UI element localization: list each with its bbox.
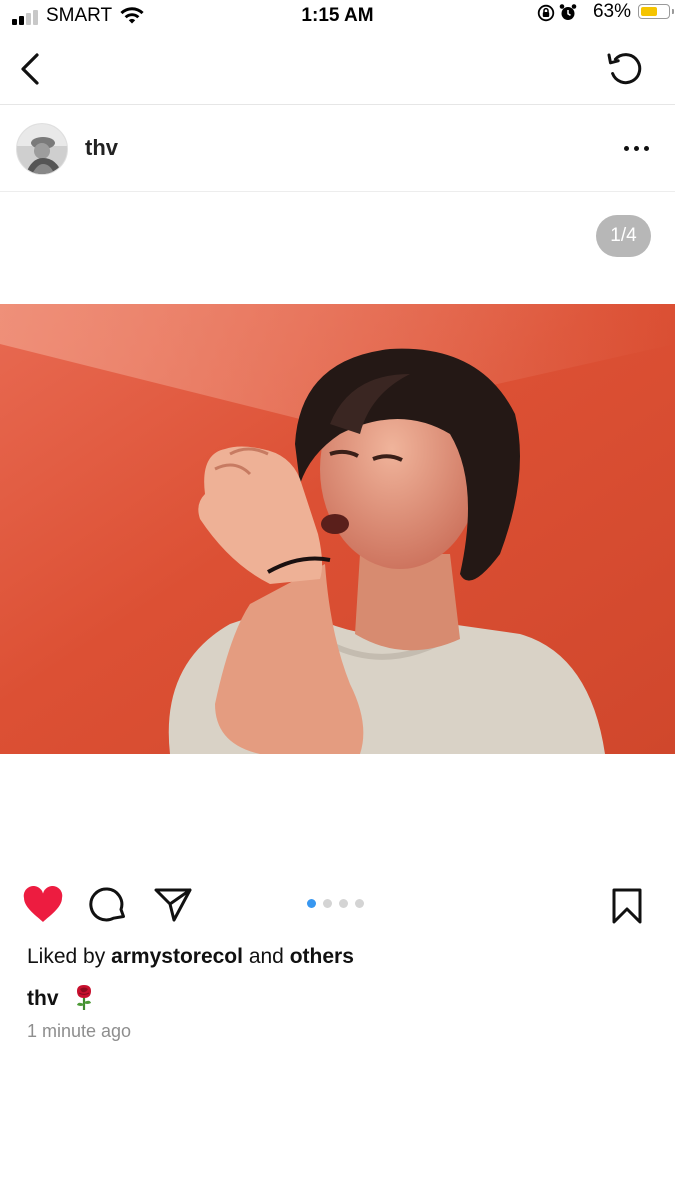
carousel-dot [323, 899, 332, 908]
refresh-icon[interactable] [605, 48, 645, 88]
nav-header [0, 34, 675, 105]
likes-prefix: Liked by [27, 945, 106, 968]
battery-level [641, 7, 657, 16]
rose-emoji [77, 985, 92, 1010]
liked-by-username[interactable]: armystorecol [111, 945, 243, 968]
likes-others-link[interactable]: others [290, 945, 354, 968]
post-username[interactable]: thv [85, 135, 118, 161]
carousel-indicator [307, 898, 371, 910]
likes-text: Liked by armystorecol and others [27, 945, 354, 969]
orientation-lock-icon [537, 4, 555, 22]
comment-icon[interactable] [89, 886, 127, 924]
battery-icon [638, 4, 674, 19]
chevron-left-icon[interactable] [16, 50, 46, 88]
action-bar [0, 875, 675, 937]
carousel-dot [339, 899, 348, 908]
avatar-photo [17, 124, 67, 174]
battery-percent: 63% [592, 1, 631, 22]
status-bar: SMART 1:15 AM 63% [0, 0, 675, 34]
caption: thv [27, 983, 98, 1011]
carousel-dot [355, 899, 364, 908]
paper-plane-icon[interactable] [153, 887, 193, 923]
post-media[interactable]: 1/4 [0, 192, 675, 862]
carousel-dot [307, 899, 316, 908]
avatar[interactable] [16, 123, 68, 175]
heart-filled-icon[interactable] [22, 886, 64, 924]
bookmark-icon[interactable] [610, 887, 644, 925]
more-horizontal-icon[interactable] [623, 135, 653, 161]
caption-username[interactable]: thv [27, 987, 59, 1010]
alarm-icon [559, 4, 577, 20]
post-timestamp: 1 minute ago [27, 1021, 132, 1041]
carousel-counter: 1/4 [596, 215, 651, 257]
post-photo[interactable] [0, 304, 675, 754]
post-header: thv [0, 105, 675, 192]
likes-connector: and [248, 945, 284, 968]
